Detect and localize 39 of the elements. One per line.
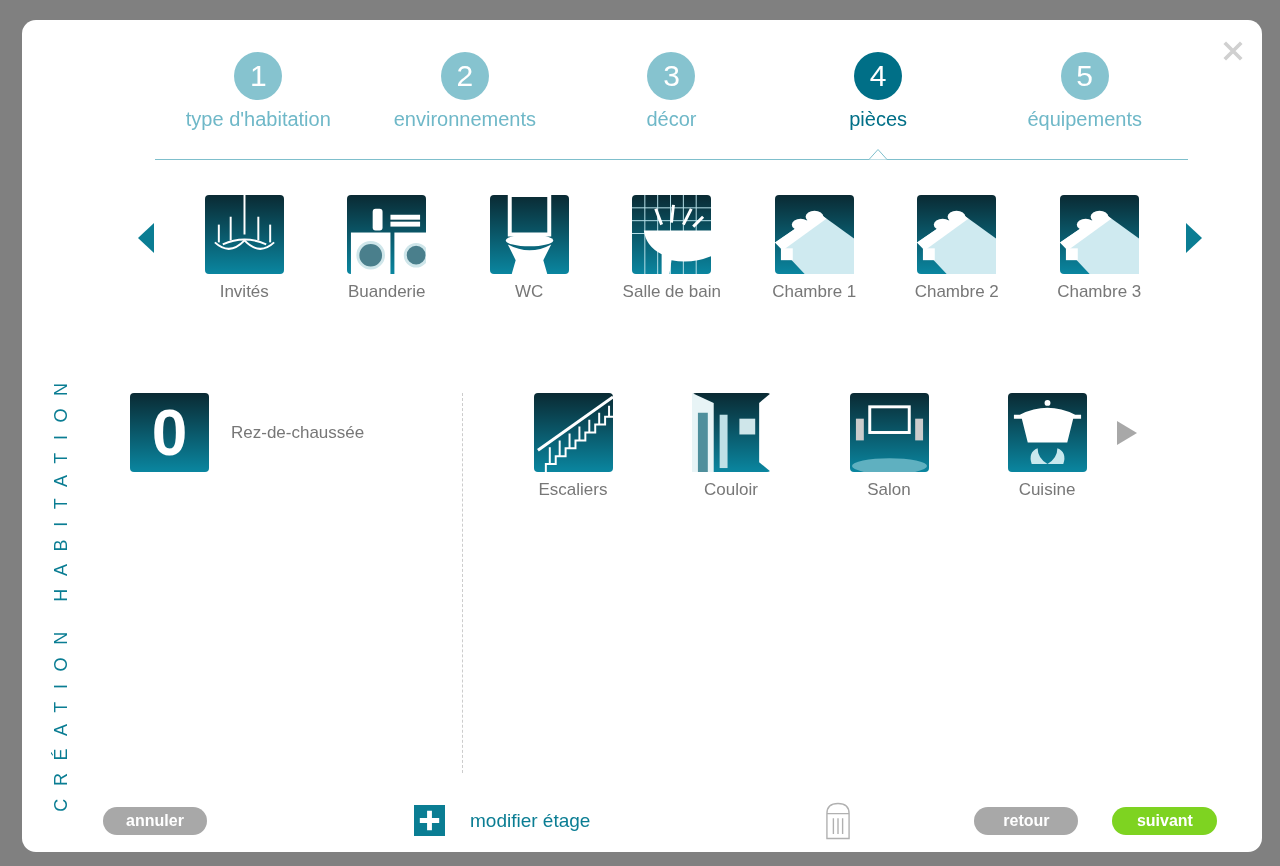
room-label: WC xyxy=(515,282,544,302)
room-label: Chambre 2 xyxy=(914,282,999,302)
floor-label: Rez-de-chaussée xyxy=(231,422,365,443)
floor-number[interactable]: 0 xyxy=(130,393,209,472)
next-button[interactable]: suivant xyxy=(1112,806,1218,835)
cooking-pot-icon[interactable] xyxy=(1007,393,1087,472)
back-button[interactable]: retour xyxy=(974,806,1079,835)
modify-floor-link[interactable]: modifier étage xyxy=(470,809,591,832)
step-number: 5 xyxy=(1060,52,1109,100)
staircase-icon[interactable] xyxy=(533,393,613,472)
room-label: Cuisine xyxy=(1018,480,1076,500)
toilet-icon[interactable] xyxy=(489,195,569,274)
wizard-step-tab[interactable]: 1 type d'habitation xyxy=(155,52,362,159)
wizard-step-tab[interactable]: 2 environnements xyxy=(361,52,569,159)
wizard-step-tab[interactable]: 3 décor xyxy=(568,52,775,159)
plus-icon[interactable] xyxy=(414,805,445,836)
washing-machine-icon[interactable] xyxy=(347,195,427,274)
previous-arrow-icon[interactable] xyxy=(138,223,154,253)
step-number: 4 xyxy=(854,52,903,100)
room-label: Escaliers xyxy=(538,480,608,500)
room-label: Invités xyxy=(219,282,269,302)
room-label: Chambre 1 xyxy=(772,282,857,302)
step-number: 1 xyxy=(234,52,283,100)
wizard-step-tab[interactable]: 4 pièces xyxy=(774,52,982,159)
next-arrow-icon[interactable] xyxy=(1185,223,1202,253)
room-label: Chambre 3 xyxy=(1057,282,1142,302)
room-label: Salon xyxy=(867,480,911,500)
step-number: 2 xyxy=(440,52,489,100)
television-icon[interactable] xyxy=(849,393,929,472)
bathtub-icon[interactable] xyxy=(632,195,712,274)
room-label: Couloir xyxy=(704,480,758,500)
vertical-title: CRÉATION HABITATION xyxy=(50,370,72,812)
chandelier-icon[interactable] xyxy=(204,195,284,274)
hallway-icon[interactable] xyxy=(691,393,771,472)
room-label: Salle de bain xyxy=(622,282,721,302)
cancel-button[interactable]: annuler xyxy=(103,806,207,835)
step-number: 3 xyxy=(647,52,696,100)
wizard-step-tab[interactable]: 5 équipements xyxy=(981,52,1188,159)
room-label: Buanderie xyxy=(348,282,426,302)
